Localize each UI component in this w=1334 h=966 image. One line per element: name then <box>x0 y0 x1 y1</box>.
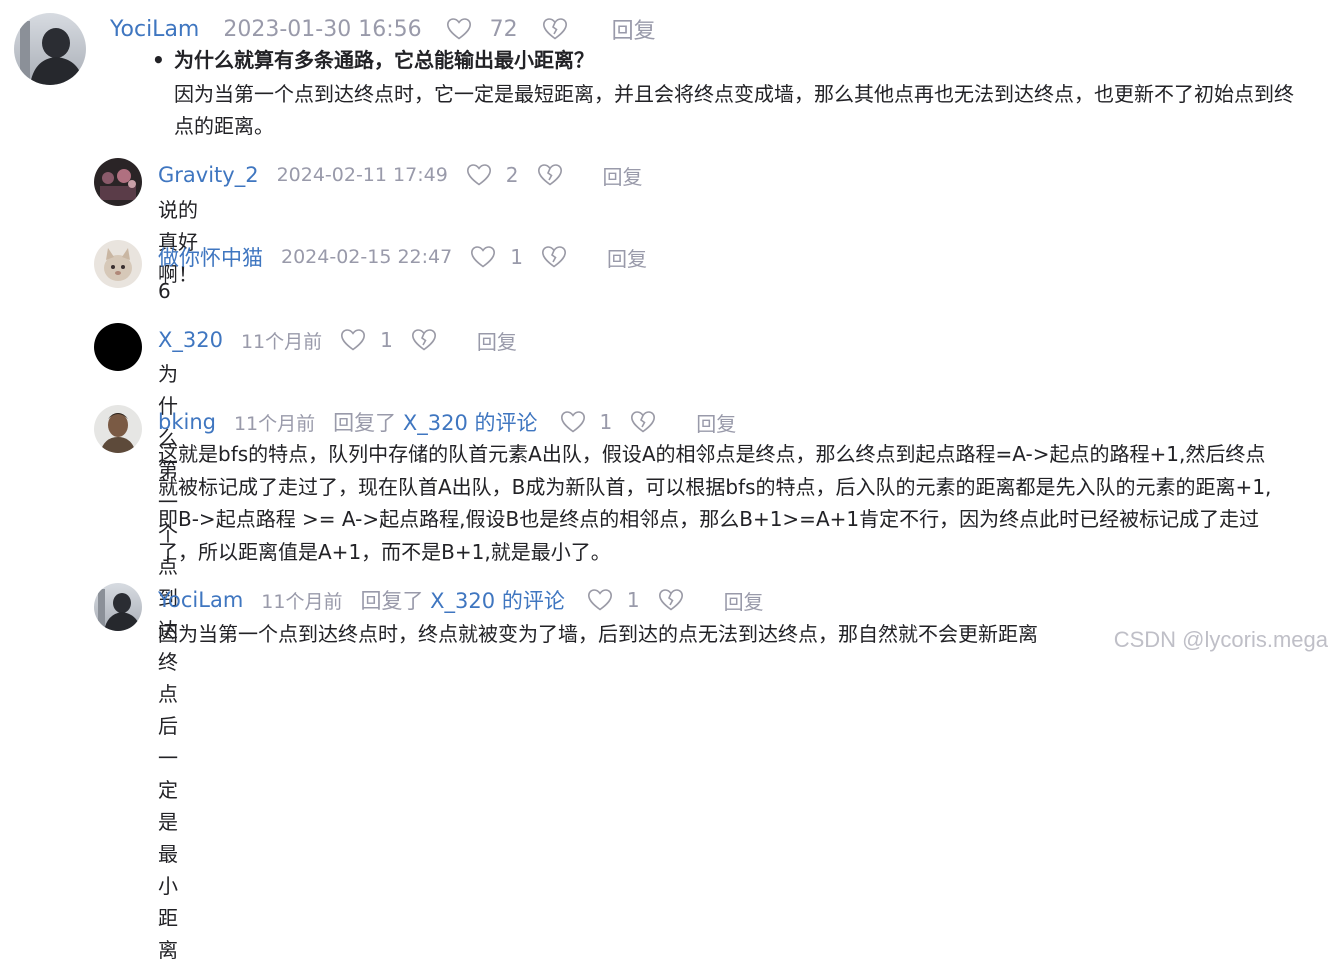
timestamp: 2023-01-30 16:56 <box>223 16 422 42</box>
reply-button[interactable]: 回复 <box>612 13 656 45</box>
broken-heart-icon[interactable] <box>541 245 567 269</box>
reply-to-link[interactable]: X_320 的评论 <box>430 589 565 613</box>
timestamp: 11个月前 <box>261 590 343 613</box>
like-count: 1 <box>510 245 523 269</box>
reply-to: 回复了 X_320 的评论 <box>360 585 564 615</box>
avatar[interactable] <box>94 583 142 631</box>
username[interactable]: X_320 <box>158 328 223 352</box>
bullet-item: • 为什么就算有多条通路，它总能输出最小距离？ <box>152 44 594 76</box>
comment-meta: YociLam 2023-01-30 16:56 72 回复 <box>110 13 656 45</box>
heart-outline-icon[interactable] <box>466 163 492 187</box>
heart-outline-icon[interactable] <box>340 328 366 352</box>
avatar[interactable] <box>14 13 86 85</box>
reply-to-prefix: 回复了 <box>333 411 397 435</box>
timestamp: 11个月前 <box>240 330 323 353</box>
comment-body: 这就是bfs的特点，队列中存储的队首元素A出队，假设A的相邻点是终点，那么终点到… <box>158 442 1272 564</box>
comment-body: 6 <box>158 279 171 303</box>
reply-button[interactable]: 回复 <box>724 586 764 615</box>
like-count: 1 <box>626 588 640 612</box>
broken-heart-icon[interactable] <box>542 17 568 41</box>
comment-meta: 做你怀中猫 2024-02-15 22:47 1 回复 <box>158 242 647 272</box>
comment-meta: YociLam 11个月前 回复了 X_320 的评论 1 回复 <box>158 585 764 615</box>
like-count: 2 <box>505 163 519 187</box>
bullet-dot: • <box>152 48 165 72</box>
reply-to-prefix: 回复了 <box>360 589 424 613</box>
reply-button[interactable]: 回复 <box>696 408 736 437</box>
comment-body: 因为当第一个点到达终点时，终点就被变为了墙，后到达的点无法到达终点，那自然就不会… <box>158 622 1038 646</box>
reply-button[interactable]: 回复 <box>607 243 647 272</box>
comment-meta: X_320 11个月前 1 回复 <box>158 325 517 355</box>
heart-outline-icon[interactable] <box>560 410 586 434</box>
broken-heart-icon[interactable] <box>537 163 563 187</box>
comment-body: 因为当第一个点到达终点时，它一定是最短距离，并且会将终点变成墙，那么其他点再也无… <box>174 82 1294 138</box>
comment-meta: Gravity_2 2024-02-11 17:49 2 回复 <box>158 160 643 190</box>
avatar[interactable] <box>94 240 142 288</box>
heart-outline-icon[interactable] <box>446 17 472 41</box>
comment-meta: bking 11个月前 回复了 X_320 的评论 1 回复 <box>158 407 736 437</box>
heart-outline-icon[interactable] <box>587 588 613 612</box>
username[interactable]: 做你怀中猫 <box>158 242 263 272</box>
bullet-title: 为什么就算有多条通路，它总能输出最小距离？ <box>174 48 594 72</box>
heart-outline-icon[interactable] <box>470 245 496 269</box>
like-count: 72 <box>489 16 518 42</box>
avatar[interactable] <box>94 158 142 206</box>
username[interactable]: Gravity_2 <box>158 163 259 187</box>
timestamp: 2024-02-11 17:49 <box>276 164 448 186</box>
broken-heart-icon[interactable] <box>411 328 437 352</box>
avatar[interactable] <box>94 323 142 371</box>
broken-heart-icon[interactable] <box>630 410 656 434</box>
reply-to: 回复了 X_320 的评论 <box>333 407 537 437</box>
reply-to-link[interactable]: X_320 的评论 <box>403 411 538 435</box>
timestamp: 11个月前 <box>233 412 316 435</box>
timestamp: 2024-02-15 22:47 <box>281 246 453 268</box>
reply-button[interactable]: 回复 <box>603 161 643 190</box>
watermark: CSDN @lycoris.mega <box>1113 627 1328 652</box>
username[interactable]: bking <box>158 410 216 434</box>
like-count: 1 <box>599 410 613 434</box>
like-count: 1 <box>380 328 393 352</box>
reply-button[interactable]: 回复 <box>477 326 517 355</box>
broken-heart-icon[interactable] <box>658 588 684 612</box>
username[interactable]: YociLam <box>110 17 199 42</box>
username[interactable]: YociLam <box>158 588 243 612</box>
avatar[interactable] <box>94 405 142 453</box>
